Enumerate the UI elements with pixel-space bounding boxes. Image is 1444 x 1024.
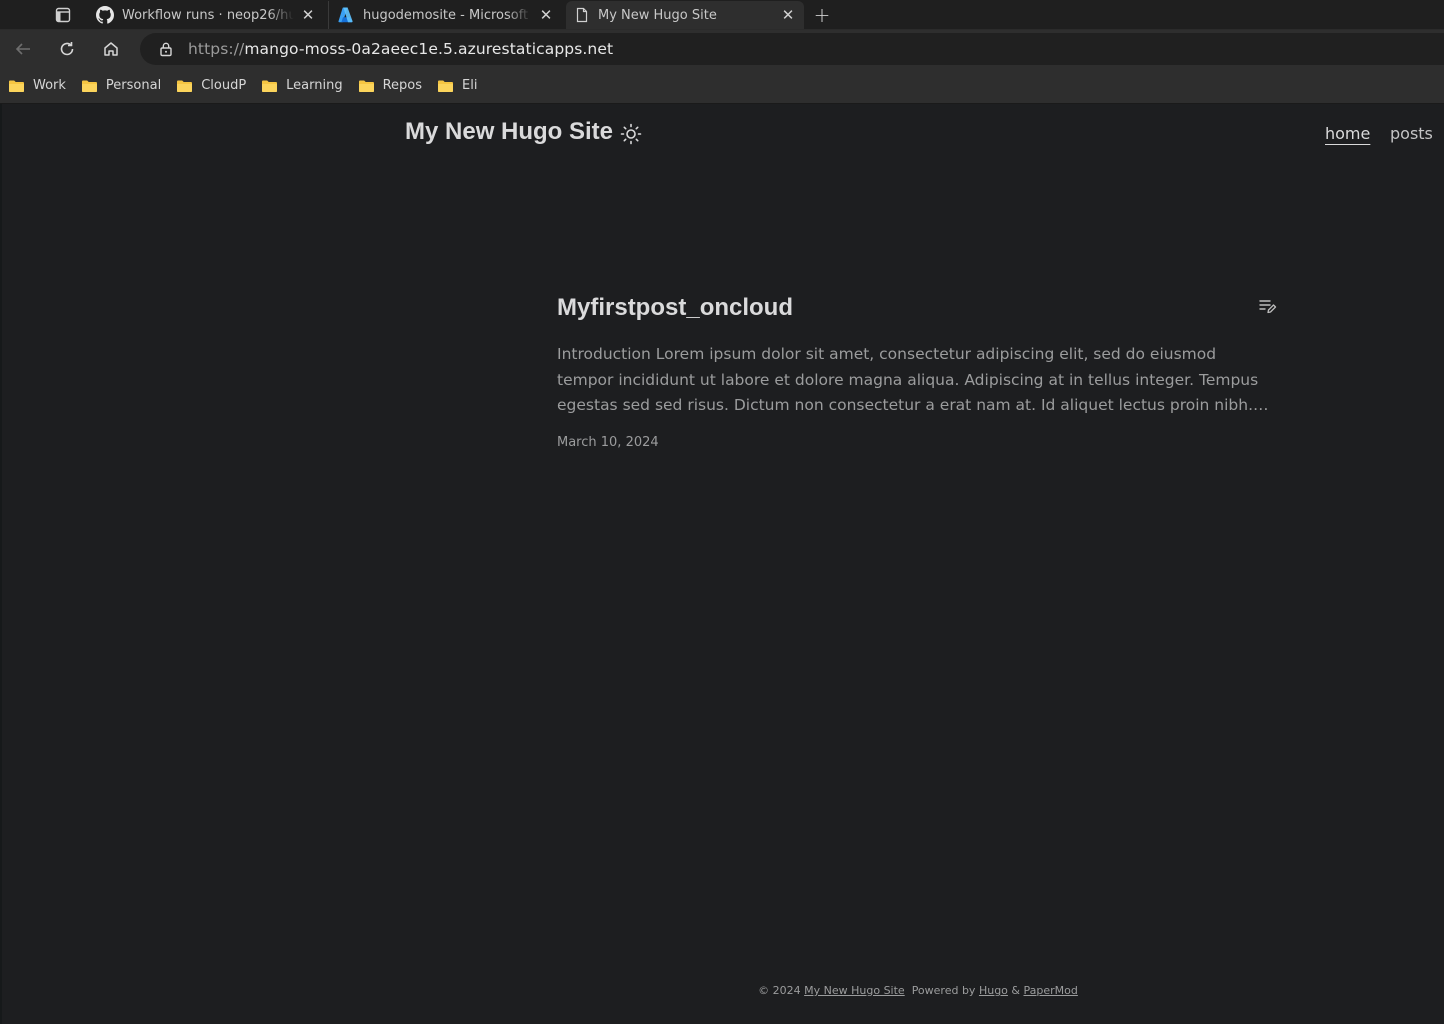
folder-icon xyxy=(81,80,97,92)
bookmark-folder-cloudp[interactable]: CloudP xyxy=(176,78,246,93)
url-host: mango-moss-0a2aeec1e.5.azurestaticapps.n… xyxy=(244,40,614,58)
tab-actions-button[interactable] xyxy=(48,3,78,27)
tab-title: Workflow runs · neop26/hugodemosite xyxy=(122,7,294,23)
close-tab-icon[interactable]: ✕ xyxy=(538,6,554,24)
footer-hugo-link[interactable]: Hugo xyxy=(979,984,1008,997)
bookmark-folder-repos[interactable]: Repos xyxy=(358,78,422,93)
back-arrow-icon xyxy=(15,43,30,55)
reload-button[interactable] xyxy=(54,36,80,62)
site-title-link[interactable]: My New Hugo Site xyxy=(405,118,613,146)
bookmark-folder-eli[interactable]: Eli xyxy=(437,78,477,93)
bookmark-folder-personal[interactable]: Personal xyxy=(81,78,161,93)
tab-bar: Workflow runs · neop26/hugodemosite ✕ hu… xyxy=(0,0,1444,30)
github-icon xyxy=(96,6,114,24)
azure-icon xyxy=(338,7,353,23)
site-header: My New Hugo Site home posts xyxy=(2,104,1444,164)
close-tab-icon[interactable]: ✕ xyxy=(780,6,796,24)
address-bar[interactable]: https://mango-moss-0a2aeec1e.5.azurestat… xyxy=(140,33,1444,65)
folder-icon xyxy=(358,80,374,92)
footer-papermod-link[interactable]: PaperMod xyxy=(1024,984,1078,997)
bookmark-label: Learning xyxy=(286,78,343,93)
reload-icon xyxy=(60,42,74,56)
folder-icon xyxy=(438,80,454,92)
bookmark-label: Personal xyxy=(105,78,162,93)
footer-ampersand: & xyxy=(1011,984,1020,997)
close-tab-icon[interactable]: ✕ xyxy=(300,6,316,24)
lock-icon[interactable] xyxy=(158,41,174,57)
site-footer: © 2024 My New Hugo Site Powered by Hugo … xyxy=(2,984,1444,997)
post-title[interactable]: Myfirstpost_oncloud xyxy=(557,294,1277,322)
folder-icon xyxy=(9,80,24,92)
nav-posts-link[interactable]: posts xyxy=(1390,124,1433,143)
tab-azure-portal[interactable]: hugodemosite - Microsoft Azure ✕ xyxy=(328,1,562,29)
footer-powered-by: Powered by xyxy=(911,984,976,997)
back-button[interactable] xyxy=(10,36,36,62)
folder-icon xyxy=(262,80,278,92)
footer-copyright: © 2024 xyxy=(758,984,801,997)
bookmarks-bar: Work Personal CloudP Learning Repos Eli xyxy=(0,68,1444,104)
url-scheme: https:// xyxy=(188,40,245,58)
tab-title: hugodemosite - Microsoft Azure xyxy=(363,7,532,23)
footer-site-link[interactable]: My New Hugo Site xyxy=(804,984,905,997)
theme-toggle-sun-icon[interactable] xyxy=(620,123,642,145)
post-summary: Introduction Lorem ipsum dolor sit amet,… xyxy=(557,345,1259,414)
post-entry[interactable]: Myfirstpost_oncloud Introduction Lorem i… xyxy=(557,294,1277,450)
page-icon xyxy=(576,7,588,23)
browser-toolbar: https://mango-moss-0a2aeec1e.5.azurestat… xyxy=(0,30,1444,68)
tab-title: My New Hugo Site xyxy=(598,7,717,23)
url-text: https://mango-moss-0a2aeec1e.5.azurestat… xyxy=(188,40,613,58)
bookmark-label: Eli xyxy=(462,78,478,93)
folder-icon xyxy=(177,80,193,92)
tab-actions-icon xyxy=(55,7,71,23)
bookmark-folder-work[interactable]: Work xyxy=(8,78,66,93)
plus-icon: + xyxy=(813,3,831,27)
bookmark-label: Repos xyxy=(382,78,423,93)
tab-workflow-runs[interactable]: Workflow runs · neop26/hugodemosite ✕ xyxy=(88,1,324,29)
bookmark-label: Work xyxy=(33,78,66,93)
post-date: March 10, 2024 xyxy=(557,434,659,450)
bookmark-folder-learning[interactable]: Learning xyxy=(261,78,343,93)
page-content: My New Hugo Site home posts Myfirstpost_… xyxy=(0,104,1444,1024)
nav-home-link[interactable]: home xyxy=(1325,124,1370,143)
home-button[interactable] xyxy=(98,36,124,62)
home-icon xyxy=(104,42,118,56)
draft-edit-icon xyxy=(1259,300,1277,314)
bookmark-label: CloudP xyxy=(201,78,247,93)
tab-my-new-hugo-site[interactable]: My New Hugo Site ✕ xyxy=(566,1,804,29)
new-tab-button[interactable]: + xyxy=(810,3,834,27)
